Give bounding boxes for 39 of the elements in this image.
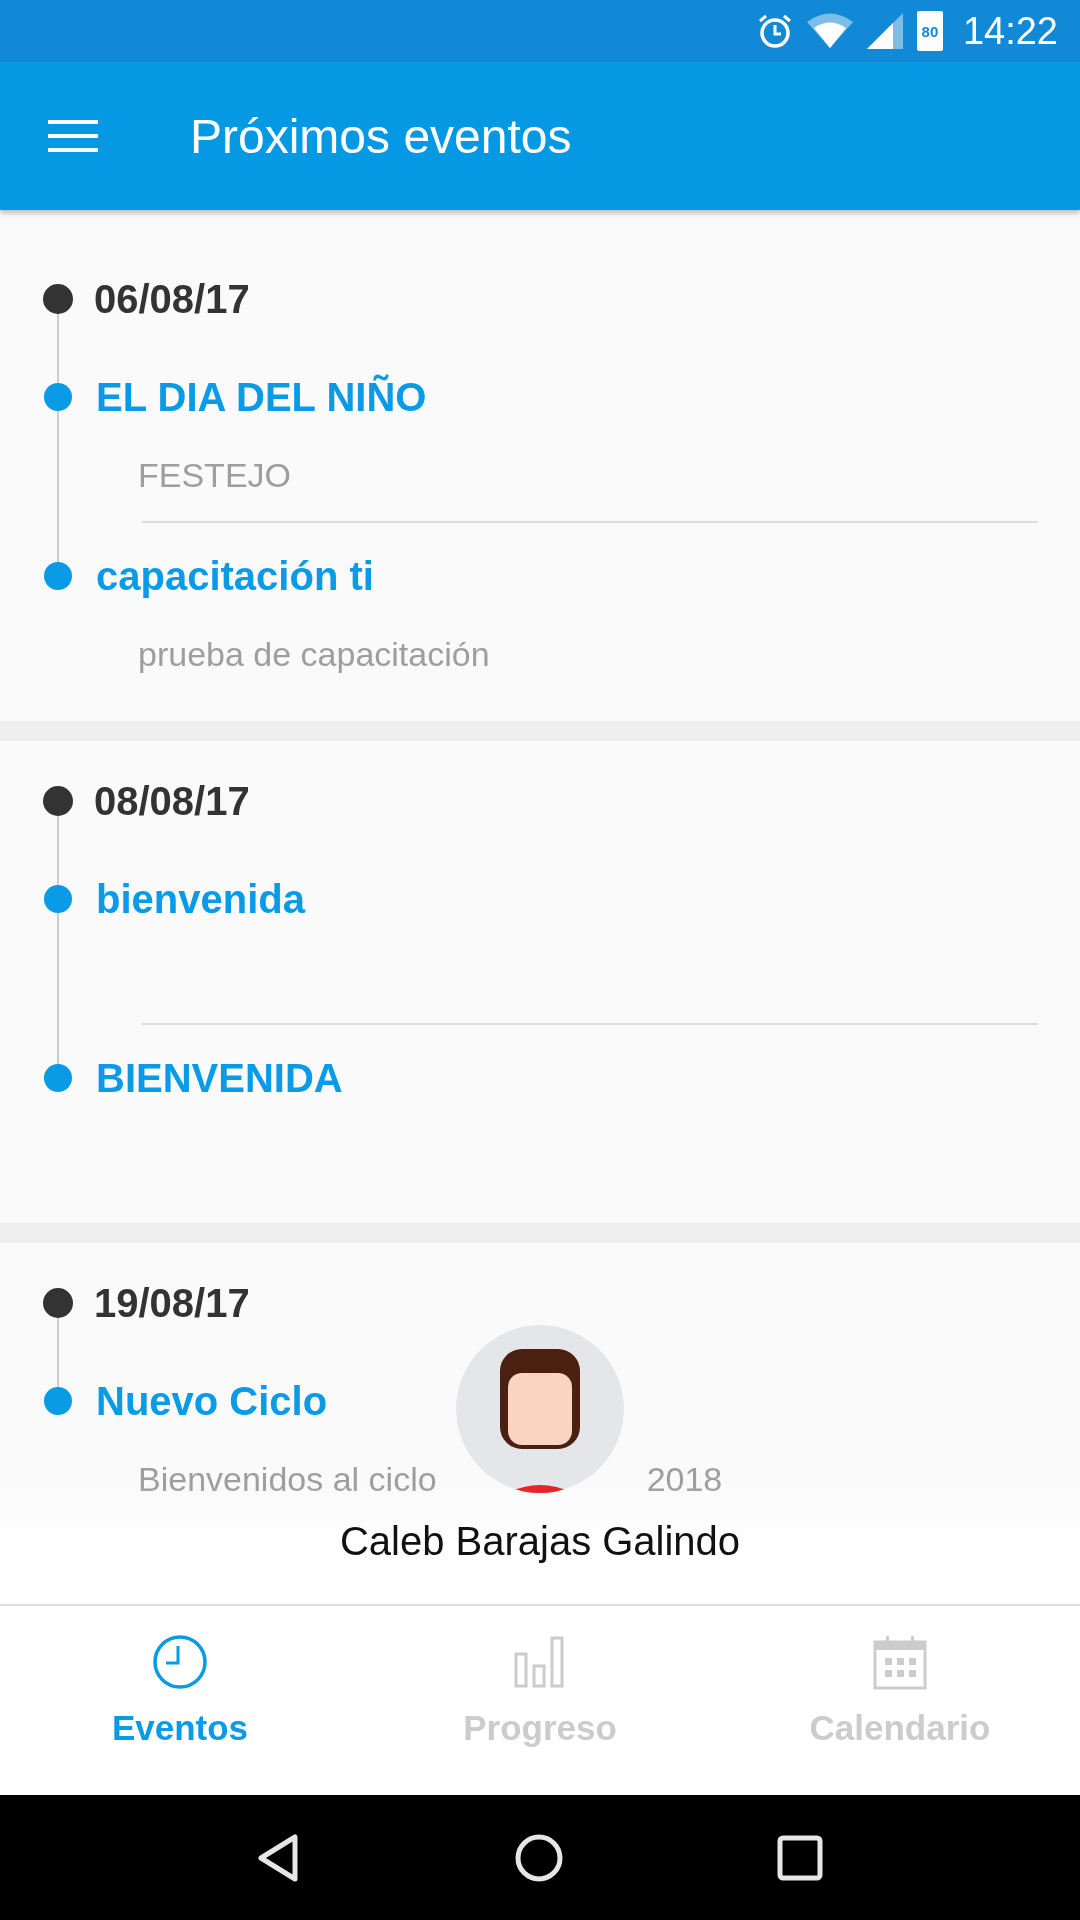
status-time: 14:22 — [962, 9, 1058, 53]
event-title[interactable]: Nuevo Ciclo — [96, 1378, 328, 1424]
event-title[interactable]: BIENVENIDA — [96, 1055, 343, 1101]
event-dot — [44, 1064, 72, 1092]
event-dot — [44, 383, 72, 411]
event-dot — [44, 1387, 72, 1415]
back-button[interactable] — [256, 1832, 301, 1883]
home-button[interactable] — [514, 1832, 564, 1883]
menu-button[interactable] — [48, 118, 98, 154]
battery-icon: 80 — [916, 11, 943, 51]
alarm-clock-icon — [756, 13, 793, 49]
event-title[interactable]: EL DIA DEL NIÑO — [96, 374, 427, 420]
signal-icon — [866, 13, 903, 49]
event-description: prueba de capacitación — [138, 634, 490, 674]
event-description: 2018 — [646, 1459, 723, 1499]
profile-name: Caleb Barajas Galindo — [339, 1519, 741, 1564]
event-title[interactable]: capacitación ti — [96, 553, 374, 599]
event-description: FESTEJO — [138, 455, 292, 495]
event-date: 19/08/17 — [94, 1280, 250, 1326]
event-date: 08/08/17 — [94, 778, 250, 824]
avatar-icon — [456, 1325, 624, 1493]
date-dot — [43, 786, 73, 816]
wifi-icon — [806, 13, 853, 49]
date-dot — [43, 1288, 73, 1318]
back-icon — [256, 1832, 301, 1883]
event-date: 06/08/17 — [94, 276, 250, 322]
event-dot — [44, 562, 72, 590]
recent-apps-icon — [777, 1834, 824, 1881]
event-description: Bienvenidos al ciclo — [138, 1459, 437, 1499]
page-title: Próximos eventos — [190, 108, 572, 164]
event-dot — [44, 885, 72, 913]
date-dot — [43, 284, 73, 314]
nav-tab[interactable]: Eventos — [0, 1606, 360, 1795]
calendar-icon — [872, 1634, 928, 1690]
event-title[interactable]: bienvenida — [96, 876, 305, 922]
home-icon — [514, 1832, 564, 1883]
recent-apps-button[interactable] — [777, 1834, 824, 1881]
clock-icon — [152, 1634, 208, 1690]
menu-icon — [48, 118, 98, 154]
